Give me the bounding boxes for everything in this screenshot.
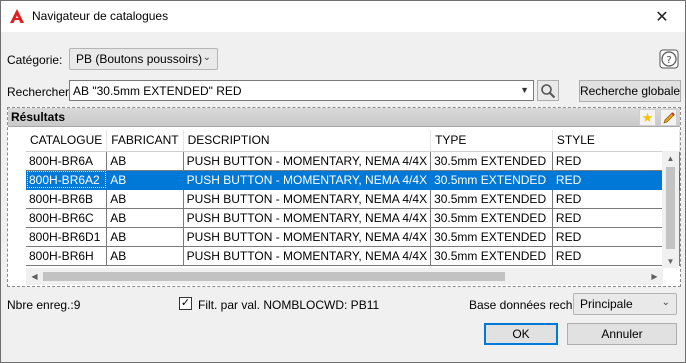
window-title: Navigateur de catalogues — [32, 9, 169, 23]
table-cell[interactable]: 30.5mm EXTENDED — [430, 170, 553, 190]
search-db-label: Base données rech.: — [469, 298, 580, 312]
filter-label: Filt. par val. NOMBLOCWD: PB11 — [198, 298, 380, 312]
scroll-up-icon[interactable]: ▲ — [662, 151, 679, 165]
cancel-label: Annuler — [601, 327, 643, 341]
search-input-value: AB "30.5mm EXTENDED" RED — [73, 83, 242, 98]
results-header: Résultats ★ — [8, 108, 680, 127]
table-cell[interactable]: 30.5mm EXTENDED — [430, 208, 553, 228]
table-cell[interactable]: 800H-BR6C — [26, 208, 108, 228]
help-button[interactable]: ? — [658, 48, 680, 70]
filter-checkbox[interactable]: ✓ — [179, 297, 192, 310]
checkmark-icon: ✓ — [180, 297, 191, 309]
category-value: PB (Boutons poussoirs) — [76, 52, 203, 66]
column-header-type[interactable]: TYPE — [430, 130, 553, 152]
table-cell[interactable]: 30.5mm EXTENDED — [430, 227, 553, 247]
scroll-left-icon[interactable]: ◀ — [26, 268, 43, 285]
global-search-label: Recherche globale — [579, 84, 681, 98]
results-panel: Résultats ★ CATALOGUE FABRICANT DESCRIPT… — [7, 107, 681, 287]
table-row[interactable]: 800H-BR6C AB PUSH BUTTON - MOMENTARY, NEMA… — [26, 208, 681, 228]
table-cell[interactable]: AB — [106, 189, 184, 209]
table-cell[interactable]: RED — [552, 151, 681, 171]
catalog-browser-dialog: Navigateur de catalogues ✕ Catégorie: PB… — [0, 0, 686, 363]
table-row[interactable]: 800H-BR6H AB PUSH BUTTON - MOMENTARY, NEMA… — [26, 246, 681, 266]
cancel-button[interactable]: Annuler — [567, 323, 677, 345]
results-table: CATALOGUE FABRICANT DESCRIPTION TYPE STY… — [26, 130, 681, 266]
autocad-logo-icon — [10, 9, 24, 23]
column-header-style[interactable]: STYLE — [552, 130, 681, 152]
chevron-down-icon: ⌄ — [661, 297, 670, 308]
table-cell[interactable]: 800H-BR6A2 — [26, 170, 108, 190]
global-search-button[interactable]: Recherche globale — [579, 80, 681, 102]
table-cell[interactable]: AB — [106, 151, 184, 171]
table-cell[interactable]: AB — [106, 227, 184, 247]
favorite-star-icon[interactable]: ★ — [639, 109, 656, 126]
table-header-row: CATALOGUE FABRICANT DESCRIPTION TYPE STY… — [26, 130, 681, 152]
column-header-catalogue[interactable]: CATALOGUE — [26, 130, 108, 152]
table-cell[interactable]: 800H-BR6B — [26, 189, 108, 209]
dropdown-arrow-icon[interactable]: ▼ — [520, 85, 529, 95]
search-db-value: Principale — [580, 297, 633, 311]
table-cell[interactable]: RED — [552, 227, 681, 247]
chevron-down-icon: ⌄ — [202, 52, 211, 63]
table-cell[interactable]: RED — [552, 246, 681, 266]
table-cell[interactable]: 800H-BR6A — [26, 151, 108, 171]
table-cell[interactable]: 30.5mm EXTENDED — [430, 151, 553, 171]
close-button[interactable]: ✕ — [639, 1, 685, 32]
table-row[interactable]: 800H-BR6A2 AB PUSH BUTTON - MOMENTARY, NEM… — [26, 170, 681, 190]
table-row[interactable]: 800H-BR6B AB PUSH BUTTON - MOMENTARY, NEMA… — [26, 189, 681, 209]
category-label: Catégorie: — [7, 53, 63, 67]
column-header-fabricant[interactable]: FABRICANT — [106, 130, 184, 152]
vertical-scroll-thumb[interactable] — [666, 167, 675, 249]
edit-pencil-icon[interactable] — [660, 109, 677, 126]
search-label: Rechercher: — [7, 85, 73, 99]
svg-text:?: ? — [666, 55, 671, 66]
table-cell[interactable]: RED — [552, 170, 681, 190]
column-header-description[interactable]: DESCRIPTION — [183, 130, 432, 152]
vertical-scrollbar[interactable]: ▲ ▼ — [662, 151, 679, 268]
table-cell[interactable]: AB — [106, 170, 184, 190]
ok-label: OK — [512, 327, 530, 341]
results-title: Résultats — [11, 110, 66, 124]
magnifier-icon — [541, 83, 556, 98]
table-cell[interactable]: 800H-BR6D1 — [26, 227, 108, 247]
table-cell[interactable]: PUSH BUTTON - MOMENTARY, NEMA 4/4X — [183, 151, 432, 171]
table-cell[interactable]: PUSH BUTTON - MOMENTARY, NEMA 4/4X — [183, 246, 432, 266]
search-input[interactable]: AB "30.5mm EXTENDED" RED ▼ — [69, 80, 534, 101]
record-count: Nbre enreg.:9 — [7, 298, 81, 312]
table-cell[interactable]: 30.5mm EXTENDED — [430, 246, 553, 266]
category-dropdown[interactable]: PB (Boutons poussoirs) ⌄ — [69, 48, 218, 70]
help-icon: ? — [659, 49, 679, 69]
table-row[interactable]: 800H-BR6D1 AB PUSH BUTTON - MOMENTARY, NEM… — [26, 227, 681, 247]
table-cell[interactable]: RED — [552, 189, 681, 209]
ok-button[interactable]: OK — [484, 323, 558, 345]
horizontal-scrollbar[interactable]: ◀ ▶ — [26, 268, 663, 285]
table-cell[interactable]: AB — [106, 208, 184, 228]
table-cell[interactable]: PUSH BUTTON - MOMENTARY, NEMA 4/4X — [183, 208, 432, 228]
title-bar: Navigateur de catalogues ✕ — [1, 1, 685, 32]
table-cell[interactable]: PUSH BUTTON - MOMENTARY, NEMA 4/4X — [183, 189, 432, 209]
table-cell[interactable]: PUSH BUTTON - MOMENTARY, NEMA 4/4X — [183, 170, 432, 190]
table-row[interactable]: 800H-BR6A AB PUSH BUTTON - MOMENTARY, NEMA… — [26, 151, 681, 171]
close-icon: ✕ — [655, 8, 669, 26]
table-cell[interactable]: 800H-BR6H — [26, 246, 108, 266]
table-cell[interactable]: AB — [106, 246, 184, 266]
scroll-down-icon[interactable]: ▼ — [662, 254, 679, 268]
table-cell[interactable]: RED — [552, 208, 681, 228]
scroll-right-icon[interactable]: ▶ — [646, 268, 663, 285]
table-cell[interactable]: PUSH BUTTON - MOMENTARY, NEMA 4/4X — [183, 227, 432, 247]
search-button[interactable] — [537, 80, 559, 101]
table-cell[interactable]: 30.5mm EXTENDED — [430, 189, 553, 209]
search-db-dropdown[interactable]: Principale ⌄ — [573, 293, 677, 315]
horizontal-scroll-thumb[interactable] — [43, 272, 505, 281]
